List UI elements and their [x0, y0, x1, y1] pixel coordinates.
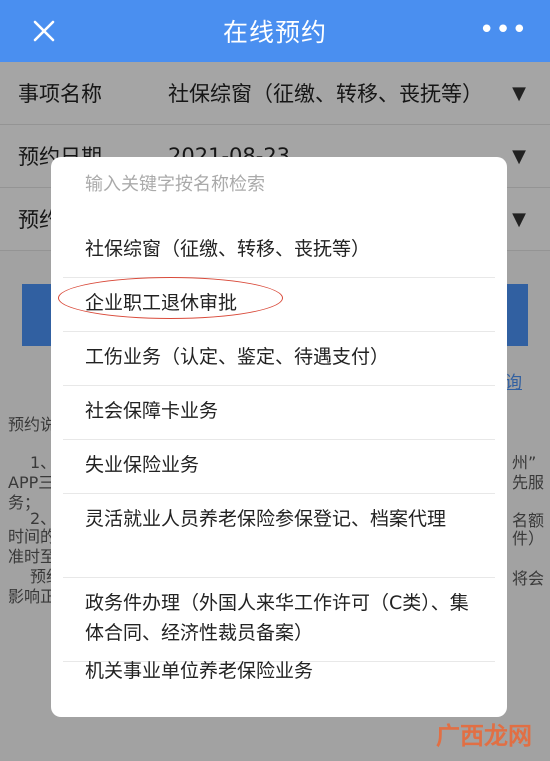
option-label: 机关事业单位养老保险业务 [85, 660, 314, 682]
more-icon[interactable]: ••• [479, 17, 528, 43]
option-label: 社会保障卡业务 [85, 400, 219, 422]
option-item[interactable]: 社保综窗（征缴、转移、丧抚等） [63, 224, 495, 278]
option-label: 工伤业务（认定、鉴定、待遇支付） [85, 346, 390, 368]
option-item[interactable]: 机关事业单位养老保险业务 [63, 642, 495, 698]
close-icon[interactable] [30, 17, 58, 45]
search-input[interactable] [85, 174, 485, 195]
app-header: 在线预约 ••• [0, 0, 550, 62]
option-item[interactable]: 工伤业务（认定、鉴定、待遇支付） [63, 332, 495, 386]
option-item[interactable]: 社会保障卡业务 [63, 386, 495, 440]
highlight-annotation [58, 277, 283, 319]
watermark-logo: 广西龙网 [436, 722, 532, 750]
option-label: 失业保险业务 [85, 454, 200, 476]
option-label: 政务件办理（外国人来华工作许可（C类）、集体合同、经济性裁员备案） [85, 592, 469, 644]
option-label: 灵活就业人员养老保险参保登记、档案代理 [85, 508, 447, 530]
option-label: 社保综窗（征缴、转移、丧抚等） [85, 238, 371, 260]
item-picker-dropdown: 社保综窗（征缴、转移、丧抚等） 企业职工退休审批 工伤业务（认定、鉴定、待遇支付… [51, 157, 507, 717]
page-title: 在线预约 [222, 18, 327, 47]
option-item[interactable]: 灵活就业人员养老保险参保登记、档案代理 [63, 494, 495, 578]
option-item[interactable]: 失业保险业务 [63, 440, 495, 494]
